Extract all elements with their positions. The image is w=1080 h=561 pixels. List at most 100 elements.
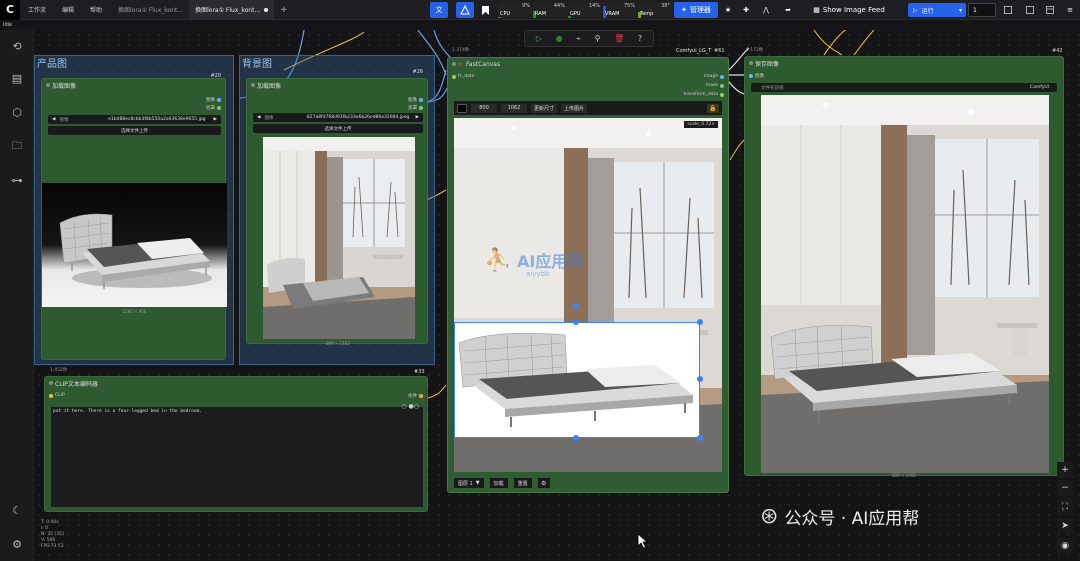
layer-select[interactable]: 图层 1 ▼ [454, 478, 484, 488]
left-arrow-icon[interactable]: ◀ [52, 117, 55, 122]
menu-workflow[interactable]: 工作流 [20, 5, 54, 14]
lock-icon[interactable]: 🔒 [707, 103, 719, 113]
cube-icon[interactable]: ⬡ [9, 104, 25, 120]
workflow-tab-2[interactable]: 换图lora① Flux_kont... [189, 0, 275, 20]
canvas-height-input[interactable]: 1062 [501, 103, 527, 113]
maximize-icon[interactable] [1024, 2, 1036, 18]
settings-gear-icon[interactable]: ⚙ [9, 536, 25, 552]
output-mask[interactable]: mask [706, 83, 724, 88]
add-layer-button[interactable]: 加载 [489, 478, 508, 488]
fit-view-icon[interactable]: ⛶ [1057, 499, 1073, 515]
menu-help[interactable]: 帮助 [82, 5, 110, 14]
comfyui-logo[interactable]: C [0, 0, 20, 20]
node-save-image[interactable]: 保存图像 图像 文件名前缀 ComfyUI [744, 56, 1064, 476]
output-image[interactable]: 图像 [206, 97, 221, 103]
output-image[interactable]: 图像 [408, 97, 423, 103]
pin-icon[interactable]: ⚲ [595, 34, 601, 43]
output-transform-data[interactable]: transform_data [684, 92, 724, 97]
puzzle-piece-icon[interactable]: ✚ [740, 2, 752, 18]
manager-button[interactable]: ✦ 管理器 [674, 2, 718, 18]
link-wire [729, 139, 745, 161]
node-title[interactable]: ✦ FastCanvas [448, 58, 728, 70]
output-image[interactable]: image [704, 74, 724, 79]
workflow-tab-1[interactable]: 换图lora① Flux_kont... [112, 0, 189, 20]
help-icon[interactable]: ? [638, 34, 642, 43]
update-size-button[interactable]: 更新尺寸 [531, 103, 558, 113]
reset-button[interactable]: 重置 [513, 478, 532, 488]
settings-gear-icon[interactable]: ⚙ [537, 478, 550, 488]
output-mask[interactable]: 遮罩 [408, 105, 423, 111]
translate-icon[interactable]: 文 [430, 2, 448, 18]
show-image-feed-button[interactable]: ▦ Show Image Feed [804, 2, 894, 18]
toggle-links-eye-icon[interactable]: ◉ [1057, 538, 1073, 554]
status-line: Idle [0, 20, 1080, 30]
node-title[interactable]: CLIP文本编码器 [45, 377, 427, 389]
node-load-image-product[interactable]: #20 加载图像 图像 遮罩 ◀ 图像 e1b488ec8cbb3f8b550a… [41, 73, 227, 360]
resize-handle[interactable] [573, 435, 579, 441]
input-fc-data[interactable]: fc_data [452, 74, 474, 79]
input-image[interactable]: 图像 [749, 73, 764, 79]
star-icon[interactable]: ★ [722, 2, 734, 18]
stack-icon[interactable]: ⋀ [760, 2, 772, 18]
resize-handle[interactable] [697, 319, 703, 325]
resize-handle[interactable] [573, 319, 579, 325]
upload-image-button[interactable]: 上传图片 [561, 103, 588, 113]
rotate-handle[interactable] [573, 303, 579, 309]
run-button[interactable]: ▷ 运行 ▾ [908, 3, 966, 17]
wand-icon[interactable]: ⌁ [576, 34, 581, 43]
pin-marker-icon: ✦ [458, 60, 464, 68]
canvas-width-input[interactable]: 800 [471, 103, 497, 113]
queue-icon[interactable]: ▤ [9, 70, 25, 86]
node-canvas[interactable]: 产品图 背景图 #20 加载图像 图像 遮罩 ◀ 图像 e1b488ec8cbb… [34, 30, 1080, 561]
folder-icon[interactable]: 🗀 [9, 138, 25, 154]
upload-button[interactable]: 选择文件上传 [48, 126, 221, 135]
node-fastcanvas[interactable]: ✦ FastCanvas fc_data image mask transform… [447, 57, 729, 493]
trash-icon[interactable]: 🗑 [614, 34, 624, 43]
node-load-image-background[interactable]: #26 加载图像 图像 遮罩 ◀ 图像 827a8fd768d91fb233e6… [246, 69, 428, 346]
resize-handle[interactable] [697, 435, 703, 441]
menu-edit[interactable]: 编辑 [54, 5, 82, 14]
image-file-select[interactable]: ◀ 图像 e1b488ec8cbb3f8b550a2a63638e9655.jp… [48, 115, 221, 124]
record-icon[interactable]: ● [556, 34, 563, 43]
play-icon[interactable]: ▷ [536, 34, 542, 43]
right-arrow-icon[interactable]: ▶ [416, 115, 419, 120]
output-conditioning[interactable]: 条件 [408, 393, 423, 399]
monitor-vram: VRAM 75% [603, 2, 637, 18]
resize-handle[interactable] [697, 376, 703, 382]
node-title[interactable]: 加载图像 [42, 79, 225, 91]
output-mask[interactable]: 遮罩 [206, 105, 221, 111]
fastcanvas-workspace[interactable]: ⛹ AI应用帮 aiyybb scale_0.72× [454, 118, 722, 472]
node-title[interactable]: 加载图像 [247, 79, 427, 91]
run-dropdown-chevron-icon[interactable]: ▾ [959, 7, 966, 14]
zoom-in-icon[interactable]: + [1057, 462, 1073, 478]
new-tab-plus-icon[interactable]: + [274, 5, 294, 15]
zoom-out-icon[interactable]: − [1057, 480, 1073, 496]
upload-button[interactable]: 选择文件上传 [253, 124, 423, 133]
run-count-input[interactable]: 1 [968, 3, 996, 17]
node-tree-icon[interactable]: ⊶ [9, 172, 25, 188]
input-clip[interactable]: CLIP [49, 393, 65, 398]
dark-mode-moon-icon[interactable]: ☾ [9, 502, 25, 518]
node-title[interactable]: 保存图像 [745, 57, 1063, 69]
wechat-icon: ⊛ [760, 504, 779, 529]
right-arrow-icon[interactable]: ▶ [214, 117, 217, 122]
left-arrow-icon[interactable]: ◀ [257, 115, 260, 120]
textarea-controls-icon[interactable]: ○ ●○ [401, 403, 419, 410]
bookmark-icon[interactable] [478, 2, 492, 18]
monitor-temp: Temp 38° [638, 2, 672, 18]
menu-lines-icon[interactable]: ≡ [1064, 2, 1076, 18]
node-clip-text-encode[interactable]: CLIP文本编码器 CLIP 条件 put it here. There is … [44, 376, 428, 512]
image-file-select[interactable]: ◀ 图像 827a8fd768d91fb233e6b26ed86e32084.j… [253, 113, 423, 122]
left-sidebar: ⟲ ▤ ⬡ 🗀 ⊶ ☾ ⚙ [0, 30, 34, 561]
share-icon[interactable]: ➦ [782, 2, 794, 18]
link-wire [823, 30, 847, 56]
prompt-textarea[interactable]: put it here. There is a four-legged bed … [51, 407, 423, 507]
panel-icon[interactable] [1044, 2, 1056, 18]
stop-icon[interactable] [1002, 2, 1014, 18]
node-style-icon[interactable] [456, 2, 474, 18]
select-mode-icon[interactable]: ➤ [1057, 518, 1073, 534]
product-layer[interactable] [454, 322, 700, 438]
color-swatch[interactable] [457, 103, 467, 113]
history-icon[interactable]: ⟲ [9, 38, 25, 54]
filename-prefix-input[interactable]: 文件名前缀 ComfyUI [751, 83, 1057, 92]
